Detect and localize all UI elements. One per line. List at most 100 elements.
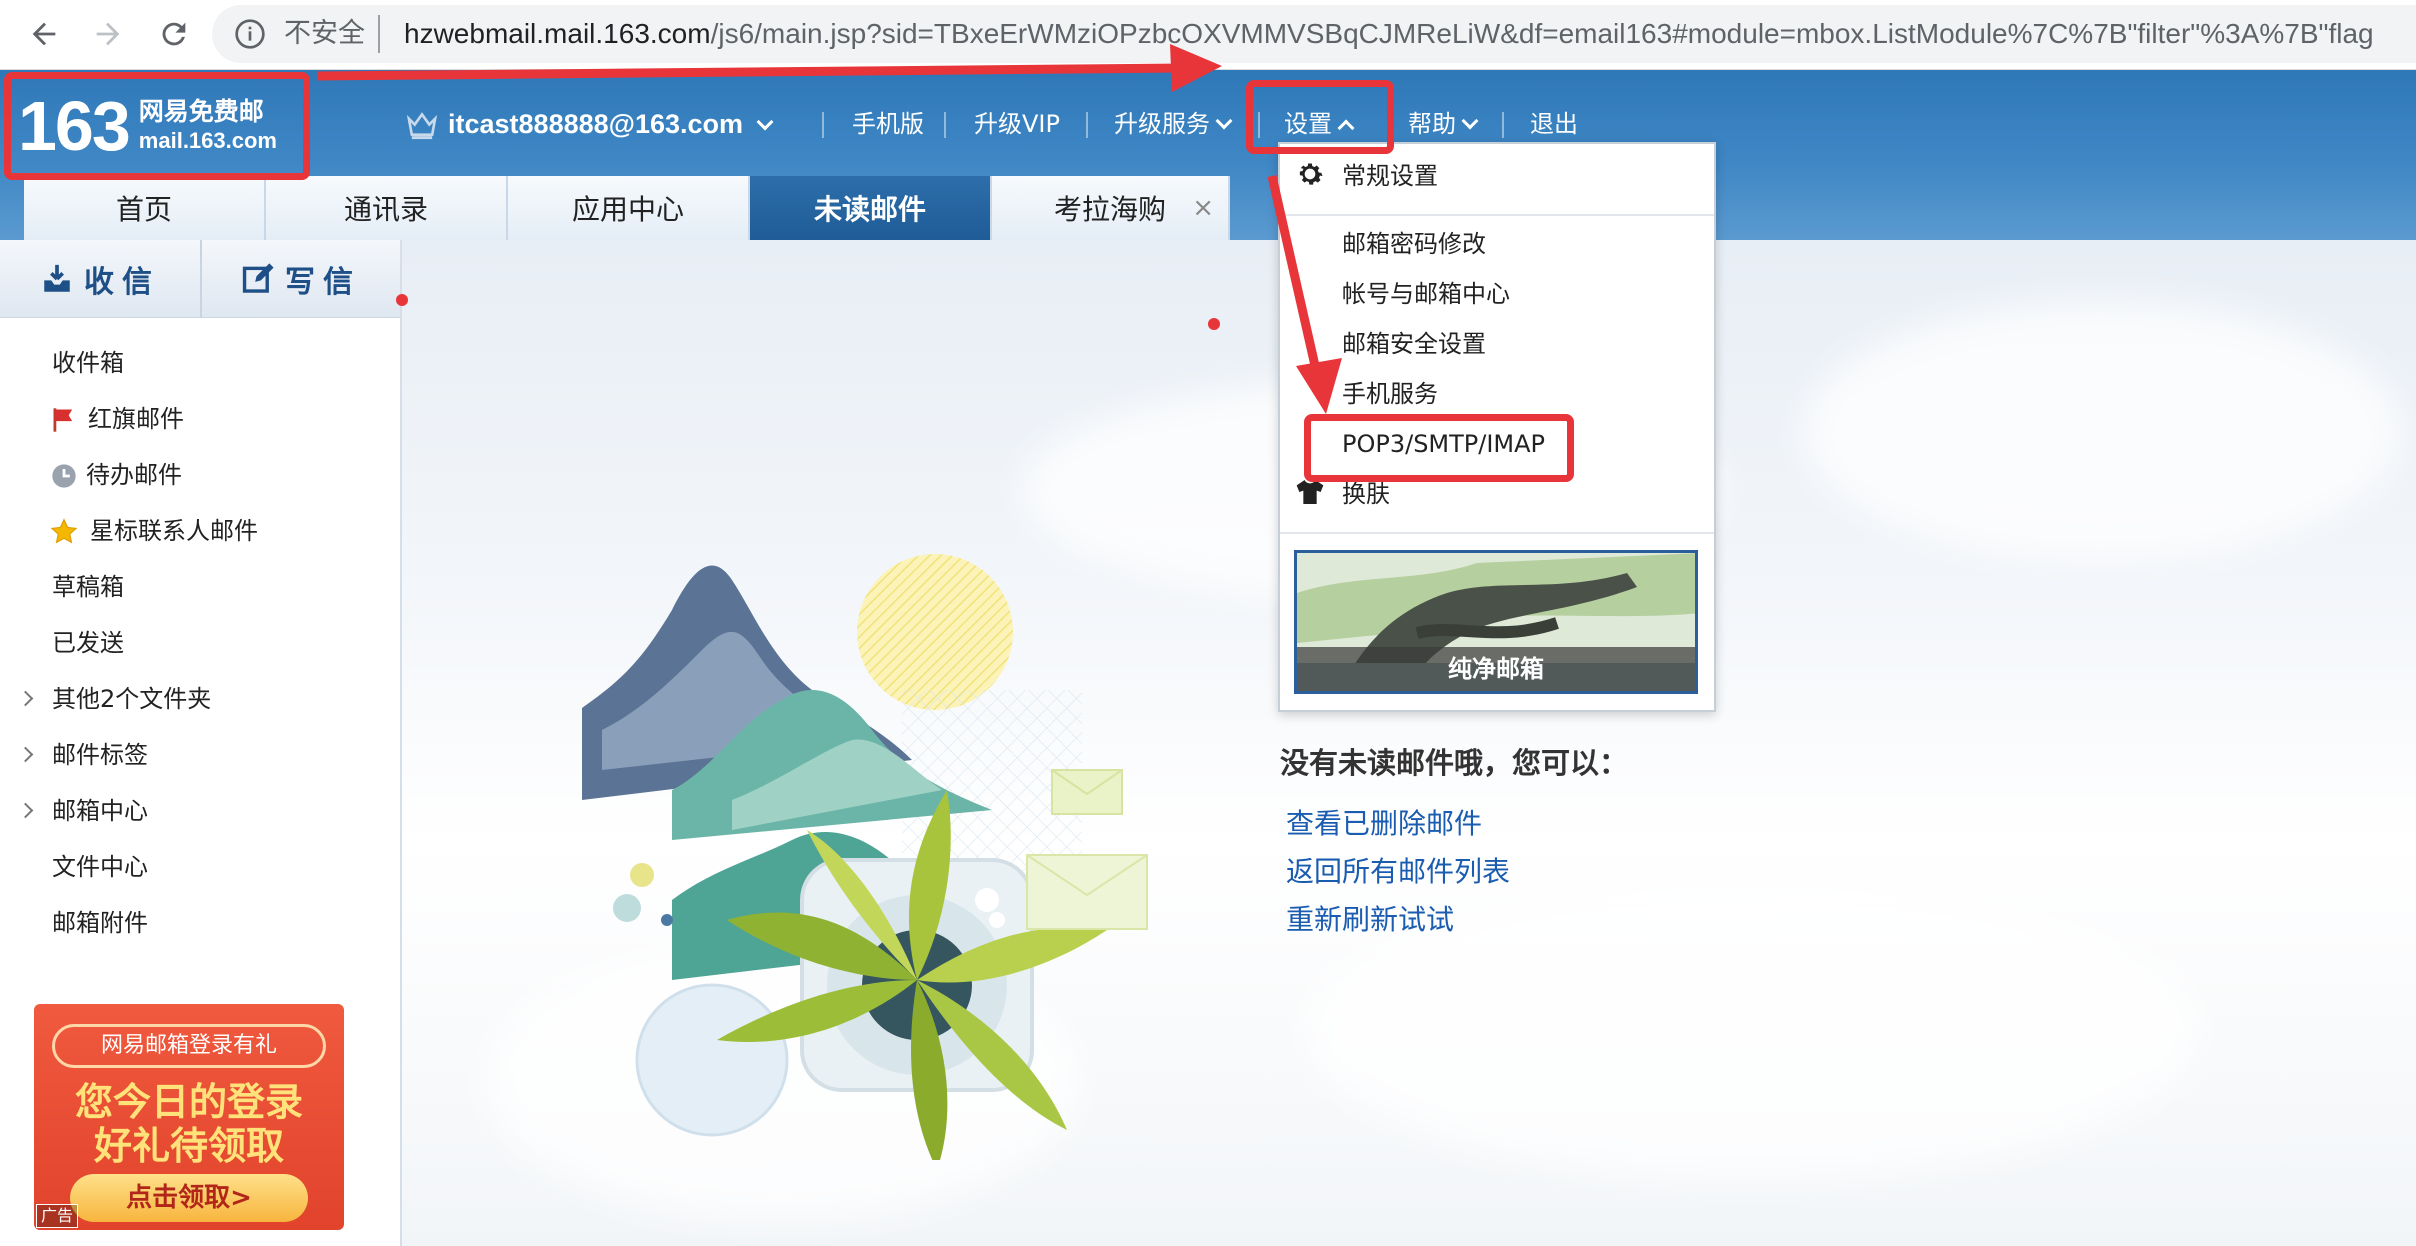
ad-line2: 好礼待领取 — [93, 1124, 284, 1168]
chevron-down-icon — [756, 113, 774, 131]
address-bar[interactable]: 不安全 hzwebmail.mail.163.com/js6/main.jsp?… — [212, 5, 2416, 63]
forward-arrow-icon — [96, 22, 120, 46]
user-email-text: itcast888888@163.com — [448, 109, 744, 139]
help-menu[interactable]: 帮助 — [1408, 106, 1479, 142]
cloud-decoration — [1802, 300, 2402, 560]
login-gift-ad[interactable]: 网易邮箱登录有礼 您今日的登录 好礼待领取 点击领取> 广告 — [34, 1004, 344, 1230]
folder-label: 红旗邮件 — [88, 405, 184, 433]
compose-label: 写信 — [285, 265, 361, 300]
folder-sent[interactable]: 已发送 — [0, 618, 400, 668]
ad-tag: 广告 — [36, 1204, 79, 1228]
divider — [1086, 112, 1088, 138]
help-label: 帮助 — [1408, 110, 1456, 138]
folder-label: 星标联系人邮件 — [90, 517, 258, 545]
receive-label: 收信 — [84, 265, 160, 300]
view-deleted-link[interactable]: 查看已删除邮件 — [1286, 802, 1482, 842]
highlight-box-settings — [1246, 80, 1394, 154]
compose-button[interactable]: 写信 — [200, 240, 400, 318]
menu-mobile-service[interactable]: 手机服务 — [1342, 378, 1438, 410]
chevron-right-icon[interactable] — [17, 746, 34, 763]
menu-change-skin[interactable]: 换肤 — [1342, 478, 1390, 510]
tab-contacts[interactable]: 通讯录 — [266, 176, 508, 240]
folder-drafts[interactable]: 草稿箱 — [0, 562, 400, 612]
folder-attachments[interactable]: 邮箱附件 — [0, 898, 400, 948]
empty-mailbox-illustration — [582, 554, 1148, 1160]
info-icon[interactable] — [234, 18, 266, 50]
upgrade-service-menu[interactable]: 升级服务 — [1114, 106, 1233, 142]
tab-app-center[interactable]: 应用中心 — [508, 176, 750, 240]
tab-unread[interactable]: 未读邮件 — [750, 176, 992, 240]
url-path: /js6/main.jsp?sid=TBxeErWMziOPzbcOXVMMVS… — [710, 18, 2374, 49]
folder-other[interactable]: 其他2个文件夹 — [0, 674, 400, 724]
menu-security-settings[interactable]: 邮箱安全设置 — [1342, 328, 1486, 360]
highlight-box-pop3 — [1304, 414, 1574, 482]
tab-kaola[interactable]: 考拉海购 × — [992, 176, 1230, 240]
upgrade-service-label: 升级服务 — [1114, 110, 1210, 138]
menu-account-center[interactable]: 帐号与邮箱中心 — [1342, 278, 1510, 310]
folder-label: 邮件标签 — [52, 741, 148, 769]
url-host: hzwebmail.mail.163.com — [404, 18, 711, 49]
chevron-down-icon — [1215, 112, 1233, 130]
clock-icon — [52, 464, 76, 488]
folder-label: 已发送 — [52, 629, 124, 657]
folder-todo[interactable]: 待办邮件 — [0, 450, 400, 500]
security-label: 不安全 — [284, 18, 365, 49]
annotation-dot — [396, 294, 408, 306]
divider — [944, 112, 946, 138]
upgrade-vip-link[interactable]: 升级VIP — [974, 106, 1060, 142]
skin-thumbnail[interactable]: 纯净邮箱 — [1294, 550, 1698, 694]
folder-file-center[interactable]: 文件中心 — [0, 842, 400, 892]
mail-header: 163 网易免费邮 mail.163.com itcast888888@163.… — [0, 70, 2416, 240]
back-button[interactable] — [20, 10, 68, 58]
folder-label: 文件中心 — [52, 853, 148, 881]
mobile-link[interactable]: 手机版 — [852, 106, 924, 142]
folder-mail-center[interactable]: 邮箱中心 — [0, 786, 400, 836]
empty-state-title: 没有未读邮件哦，您可以： — [1280, 746, 1629, 780]
chevron-right-icon[interactable] — [17, 802, 34, 819]
tab-kaola-label: 考拉海购 — [1053, 193, 1166, 226]
folder-label: 收件箱 — [52, 349, 124, 377]
red-flag-icon — [53, 408, 73, 432]
gear-icon — [1299, 163, 1323, 185]
ad-header: 网易邮箱登录有礼 — [52, 1024, 326, 1068]
refresh-link[interactable]: 重新刷新试试 — [1286, 898, 1454, 938]
skin-caption: 纯净邮箱 — [1297, 647, 1695, 691]
tab-bar: 首页 通讯录 应用中心 未读邮件 考拉海购 × — [24, 176, 1230, 240]
highlight-box-logo — [4, 72, 310, 180]
folder-label: 草稿箱 — [52, 573, 124, 601]
folder-label: 待办邮件 — [86, 461, 182, 489]
chevron-right-icon[interactable] — [17, 690, 34, 707]
folder-starred[interactable]: 星标联系人邮件 — [0, 506, 400, 556]
close-icon[interactable]: × — [1192, 194, 1214, 222]
back-arrow-icon — [32, 22, 56, 46]
inbox-download-icon — [44, 264, 70, 292]
menu-general-settings[interactable]: 常规设置 — [1342, 160, 1438, 192]
menu-password-change[interactable]: 邮箱密码修改 — [1342, 228, 1486, 260]
divider — [378, 15, 380, 53]
folder-inbox[interactable]: 收件箱 — [0, 338, 400, 388]
folder-label: 邮箱中心 — [52, 797, 148, 825]
ad-claim-button[interactable]: 点击领取> — [70, 1174, 308, 1222]
chevron-down-icon — [1461, 112, 1479, 130]
tab-home[interactable]: 首页 — [24, 176, 266, 240]
divider — [1502, 112, 1504, 138]
reload-button[interactable] — [150, 10, 198, 58]
star-icon — [50, 518, 78, 544]
receive-button[interactable]: 收信 — [0, 240, 200, 318]
divider — [822, 112, 824, 138]
url-text[interactable]: hzwebmail.mail.163.com/js6/main.jsp?sid=… — [404, 17, 2374, 51]
user-crown-icon — [406, 112, 438, 140]
folder-label: 邮箱附件 — [52, 909, 148, 937]
logout-link[interactable]: 退出 — [1530, 106, 1578, 142]
reload-icon — [162, 22, 186, 46]
all-mail-link[interactable]: 返回所有邮件列表 — [1286, 850, 1510, 890]
folder-label: 其他2个文件夹 — [52, 685, 212, 713]
ad-line1: 您今日的登录 — [74, 1080, 303, 1124]
folder-tags[interactable]: 邮件标签 — [0, 730, 400, 780]
divider — [1280, 532, 1714, 534]
folder-red-flag[interactable]: 红旗邮件 — [0, 394, 400, 444]
user-email[interactable]: itcast888888@163.com — [448, 106, 774, 142]
compose-row: 收信 写信 — [0, 240, 400, 318]
compose-pencil-icon — [242, 263, 274, 293]
forward-button[interactable] — [84, 10, 132, 58]
